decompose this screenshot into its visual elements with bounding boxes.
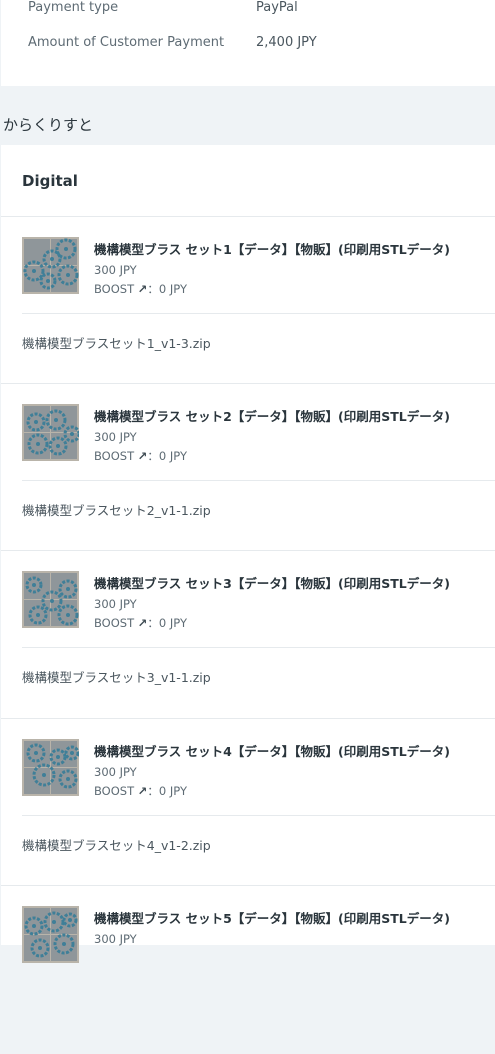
order-item: 機構模型ブラス セット1【データ】【物販】(印刷用STLデータ) 300 JPY… — [1, 217, 495, 385]
divider — [22, 647, 495, 648]
product-thumbnail[interactable] — [22, 906, 79, 963]
boost-arrow-icon: ↗ — [137, 282, 148, 296]
shop-name[interactable]: からくりすと — [3, 114, 93, 135]
product-price: 300 JPY — [94, 263, 137, 277]
boost-arrow-icon: ↗ — [137, 616, 148, 630]
payment-amount-value: 2,400 JPY — [256, 35, 317, 50]
boost-info: BOOST ↗：0 JPY — [94, 783, 187, 799]
payment-card: Payment type PayPal Amount of Customer P… — [1, 0, 495, 86]
payment-amount-label: Amount of Customer Payment — [28, 35, 225, 50]
product-title[interactable]: 機構模型ブラス セット1【データ】【物販】(印刷用STLデータ) — [94, 239, 450, 258]
download-file-link[interactable]: 機構模型ブラスセット4_v1-2.zip — [22, 835, 211, 854]
order-item: 機構模型ブラス セット4【データ】【物販】(印刷用STLデータ) 300 JPY… — [1, 719, 495, 887]
boost-value: ：0 JPY — [147, 282, 187, 296]
product-title[interactable]: 機構模型ブラス セット3【データ】【物販】(印刷用STLデータ) — [94, 573, 450, 592]
divider — [22, 815, 495, 816]
product-thumbnail[interactable] — [22, 739, 79, 796]
boost-label: BOOST — [94, 616, 135, 630]
boost-info: BOOST ↗：0 JPY — [94, 281, 187, 297]
gear-model-image — [22, 906, 79, 963]
product-price: 300 JPY — [94, 597, 137, 611]
boost-arrow-icon: ↗ — [137, 449, 148, 463]
boost-label: BOOST — [94, 784, 135, 798]
gear-model-image — [22, 739, 79, 796]
download-file-link[interactable]: 機構模型ブラスセット3_v1-1.zip — [22, 667, 211, 686]
product-thumbnail[interactable] — [22, 404, 79, 461]
order-item: 機構模型ブラス セット3【データ】【物販】(印刷用STLデータ) 300 JPY… — [1, 551, 495, 719]
boost-value: ：0 JPY — [147, 449, 187, 463]
boost-value: ：0 JPY — [147, 616, 187, 630]
download-file-link[interactable]: 機構模型ブラスセット2_v1-1.zip — [22, 500, 211, 519]
product-price: 300 JPY — [94, 932, 137, 946]
payment-type-label: Payment type — [28, 0, 119, 15]
boost-info: BOOST ↗：0 JPY — [94, 448, 187, 464]
boost-value: ：0 JPY — [147, 784, 187, 798]
product-title[interactable]: 機構模型ブラス セット4【データ】【物販】(印刷用STLデータ) — [94, 741, 450, 760]
order-card: Digital 機構模型ブラス セット1【データ】【物販】(印刷用STLデータ)… — [1, 145, 495, 963]
product-title[interactable]: 機構模型ブラス セット2【データ】【物販】(印刷用STLデータ) — [94, 406, 450, 425]
divider — [22, 313, 495, 314]
boost-arrow-icon: ↗ — [137, 784, 148, 798]
gear-model-image — [22, 404, 79, 461]
gear-model-image — [22, 571, 79, 628]
divider — [22, 480, 495, 481]
product-price: 300 JPY — [94, 430, 137, 444]
product-price: 300 JPY — [94, 765, 137, 779]
boost-label: BOOST — [94, 449, 135, 463]
gear-model-image — [22, 237, 79, 294]
product-title[interactable]: 機構模型ブラス セット5【データ】【物販】(印刷用STLデータ) — [94, 908, 450, 927]
order-item: 機構模型ブラス セット5【データ】【物販】(印刷用STLデータ) 300 JPY — [1, 886, 495, 1054]
payment-type-value: PayPal — [256, 0, 298, 15]
product-thumbnail[interactable] — [22, 237, 79, 294]
boost-label: BOOST — [94, 282, 135, 296]
download-file-link[interactable]: 機構模型ブラスセット1_v1-3.zip — [22, 333, 211, 352]
section-title-digital: Digital — [22, 172, 78, 190]
product-thumbnail[interactable] — [22, 571, 79, 628]
order-item: 機構模型ブラス セット2【データ】【物販】(印刷用STLデータ) 300 JPY… — [1, 384, 495, 552]
boost-info: BOOST ↗：0 JPY — [94, 615, 187, 631]
